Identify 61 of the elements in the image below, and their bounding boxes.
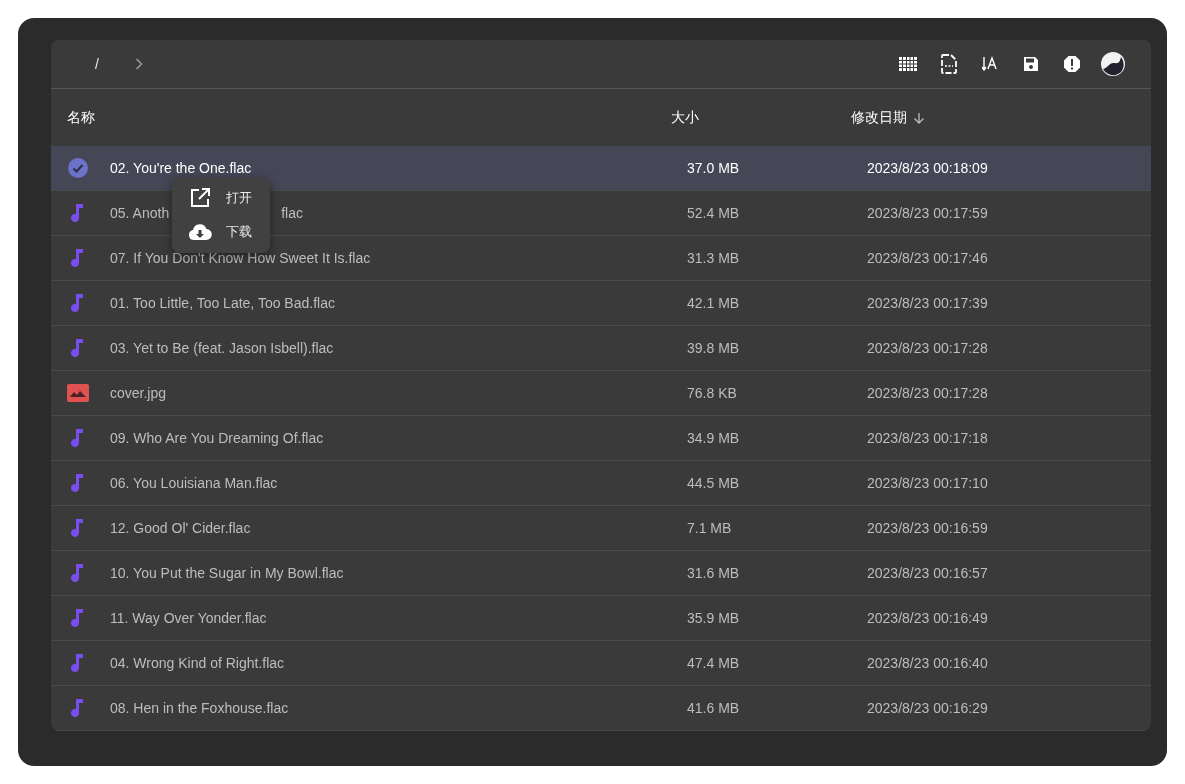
checkmark-icon (67, 158, 89, 178)
file-size: 47.4 MB (687, 655, 741, 671)
modified-date: 2023/8/23 00:16:40 (867, 655, 989, 671)
modified-date: 2023/8/23 00:17:10 (867, 475, 989, 491)
file-row[interactable]: 10. You Put the Sugar in My Bowl.flac 31.6 MB 2023/8/23 00:16:57 (51, 551, 1151, 596)
column-header[interactable]: 名称 (51, 108, 671, 127)
file-name: 11. Way Over Yonder.flac (110, 610, 267, 626)
file-size: 76.8 KB (687, 385, 738, 401)
file-row[interactable]: 12. Good Ol' Cider.flac 7.1 MB 2023/8/23 00:16:59 (51, 506, 1151, 551)
file-row[interactable]: 11. Way Over Yonder.flac 35.9 MB 2023/8/23 00:16:49 (51, 596, 1151, 641)
file-row[interactable]: 01. Too Little, Too Late, Too Bad.flac 42.1 MB 2023/8/23 00:17:39 (51, 281, 1151, 326)
column-header[interactable]: 修改日期 (851, 108, 1111, 127)
file-row[interactable]: 03. Yet to Be (feat. Jason Isbell).flac 39.8 MB 2023/8/23 00:17:28 (51, 326, 1151, 371)
chevron-icon[interactable] (134, 58, 143, 70)
file-name: 03. Yet to Be (feat. Jason Isbell).flac (110, 340, 334, 356)
file-row[interactable]: 08. Hen in the Foxhouse.flac 41.6 MB 2023/8/23 00:16:29 (51, 686, 1151, 731)
modified-date: 2023/8/23 00:17:46 (867, 250, 989, 266)
file-size: 42.1 MB (687, 295, 741, 311)
file-name: flac (281, 205, 303, 221)
file-name: 05. Anoth (110, 205, 170, 221)
file-name: 12. Good Ol' Cider.flac (110, 520, 251, 536)
file-size: 41.6 MB (687, 700, 741, 716)
file-size: 37.0 MB (687, 160, 741, 176)
file-size: 35.9 MB (687, 610, 741, 626)
file-name: cover.jpg (110, 385, 167, 401)
file-name: 04. Wrong Kind of Right.flac (110, 655, 285, 671)
modified-date: 2023/8/23 00:18:09 (867, 160, 989, 176)
file-size: 31.6 MB (687, 565, 741, 581)
file-name: 08. Hen in the Foxhouse.flac (110, 700, 289, 716)
open-external-icon (188, 188, 212, 208)
modified-date: 2023/8/23 00:17:28 (867, 385, 989, 401)
file-name: 10. You Put the Sugar in My Bowl.flac (110, 565, 344, 581)
file-size: 52.4 MB (687, 205, 741, 221)
file-row[interactable]: 04. Wrong Kind of Right.flac 47.4 MB 2023/8/23 00:16:40 (51, 641, 1151, 686)
cloud-download-icon (188, 223, 212, 241)
modified-date: 2023/8/23 00:17:28 (867, 340, 989, 356)
file-size: 31.3 MB (687, 250, 741, 266)
file-name: 02. You're the One.flac (110, 160, 252, 176)
column-header[interactable]: 大小 (671, 108, 851, 127)
file-name: 07. If You Don't Know How Sweet It Is.flac (110, 250, 371, 266)
modified-date: 2023/8/23 00:16:57 (867, 565, 989, 581)
modified-date: 2023/8/23 00:16:49 (867, 610, 989, 626)
breadcrumb-path[interactable]: / (95, 56, 99, 72)
file-row[interactable]: cover.jpg 76.8 KB 2023/8/23 00:17:28 (51, 371, 1151, 416)
file-size: 7.1 MB (687, 520, 733, 536)
modified-date: 2023/8/23 00:16:59 (867, 520, 989, 536)
file-size: 44.5 MB (687, 475, 741, 491)
file-row[interactable]: 09. Who Are You Dreaming Of.flac 34.9 MB 2023/8/23 00:17:18 (51, 416, 1151, 461)
modified-date: 2023/8/23 00:17:18 (867, 430, 989, 446)
modified-date: 2023/8/23 00:17:59 (867, 205, 989, 221)
sort-arrow-icon[interactable] (913, 111, 925, 124)
file-row[interactable]: 02. You're the One.flac 37.0 MB 2023/8/23 00:18:09 (51, 146, 1151, 191)
image-icon (67, 384, 89, 402)
modified-date: 2023/8/23 00:17:39 (867, 295, 989, 311)
file-row[interactable]: 06. You Louisiana Man.flac 44.5 MB 2023/8/23 00:17:10 (51, 461, 1151, 506)
file-size: 34.9 MB (687, 430, 741, 446)
modified-date: 2023/8/23 00:16:29 (867, 700, 989, 716)
file-size: 39.8 MB (687, 340, 741, 356)
file-name: 06. You Louisiana Man.flac (110, 475, 278, 491)
file-name: 01. Too Little, Too Late, Too Bad.flac (110, 295, 335, 311)
file-name: 09. Who Are You Dreaming Of.flac (110, 430, 324, 446)
